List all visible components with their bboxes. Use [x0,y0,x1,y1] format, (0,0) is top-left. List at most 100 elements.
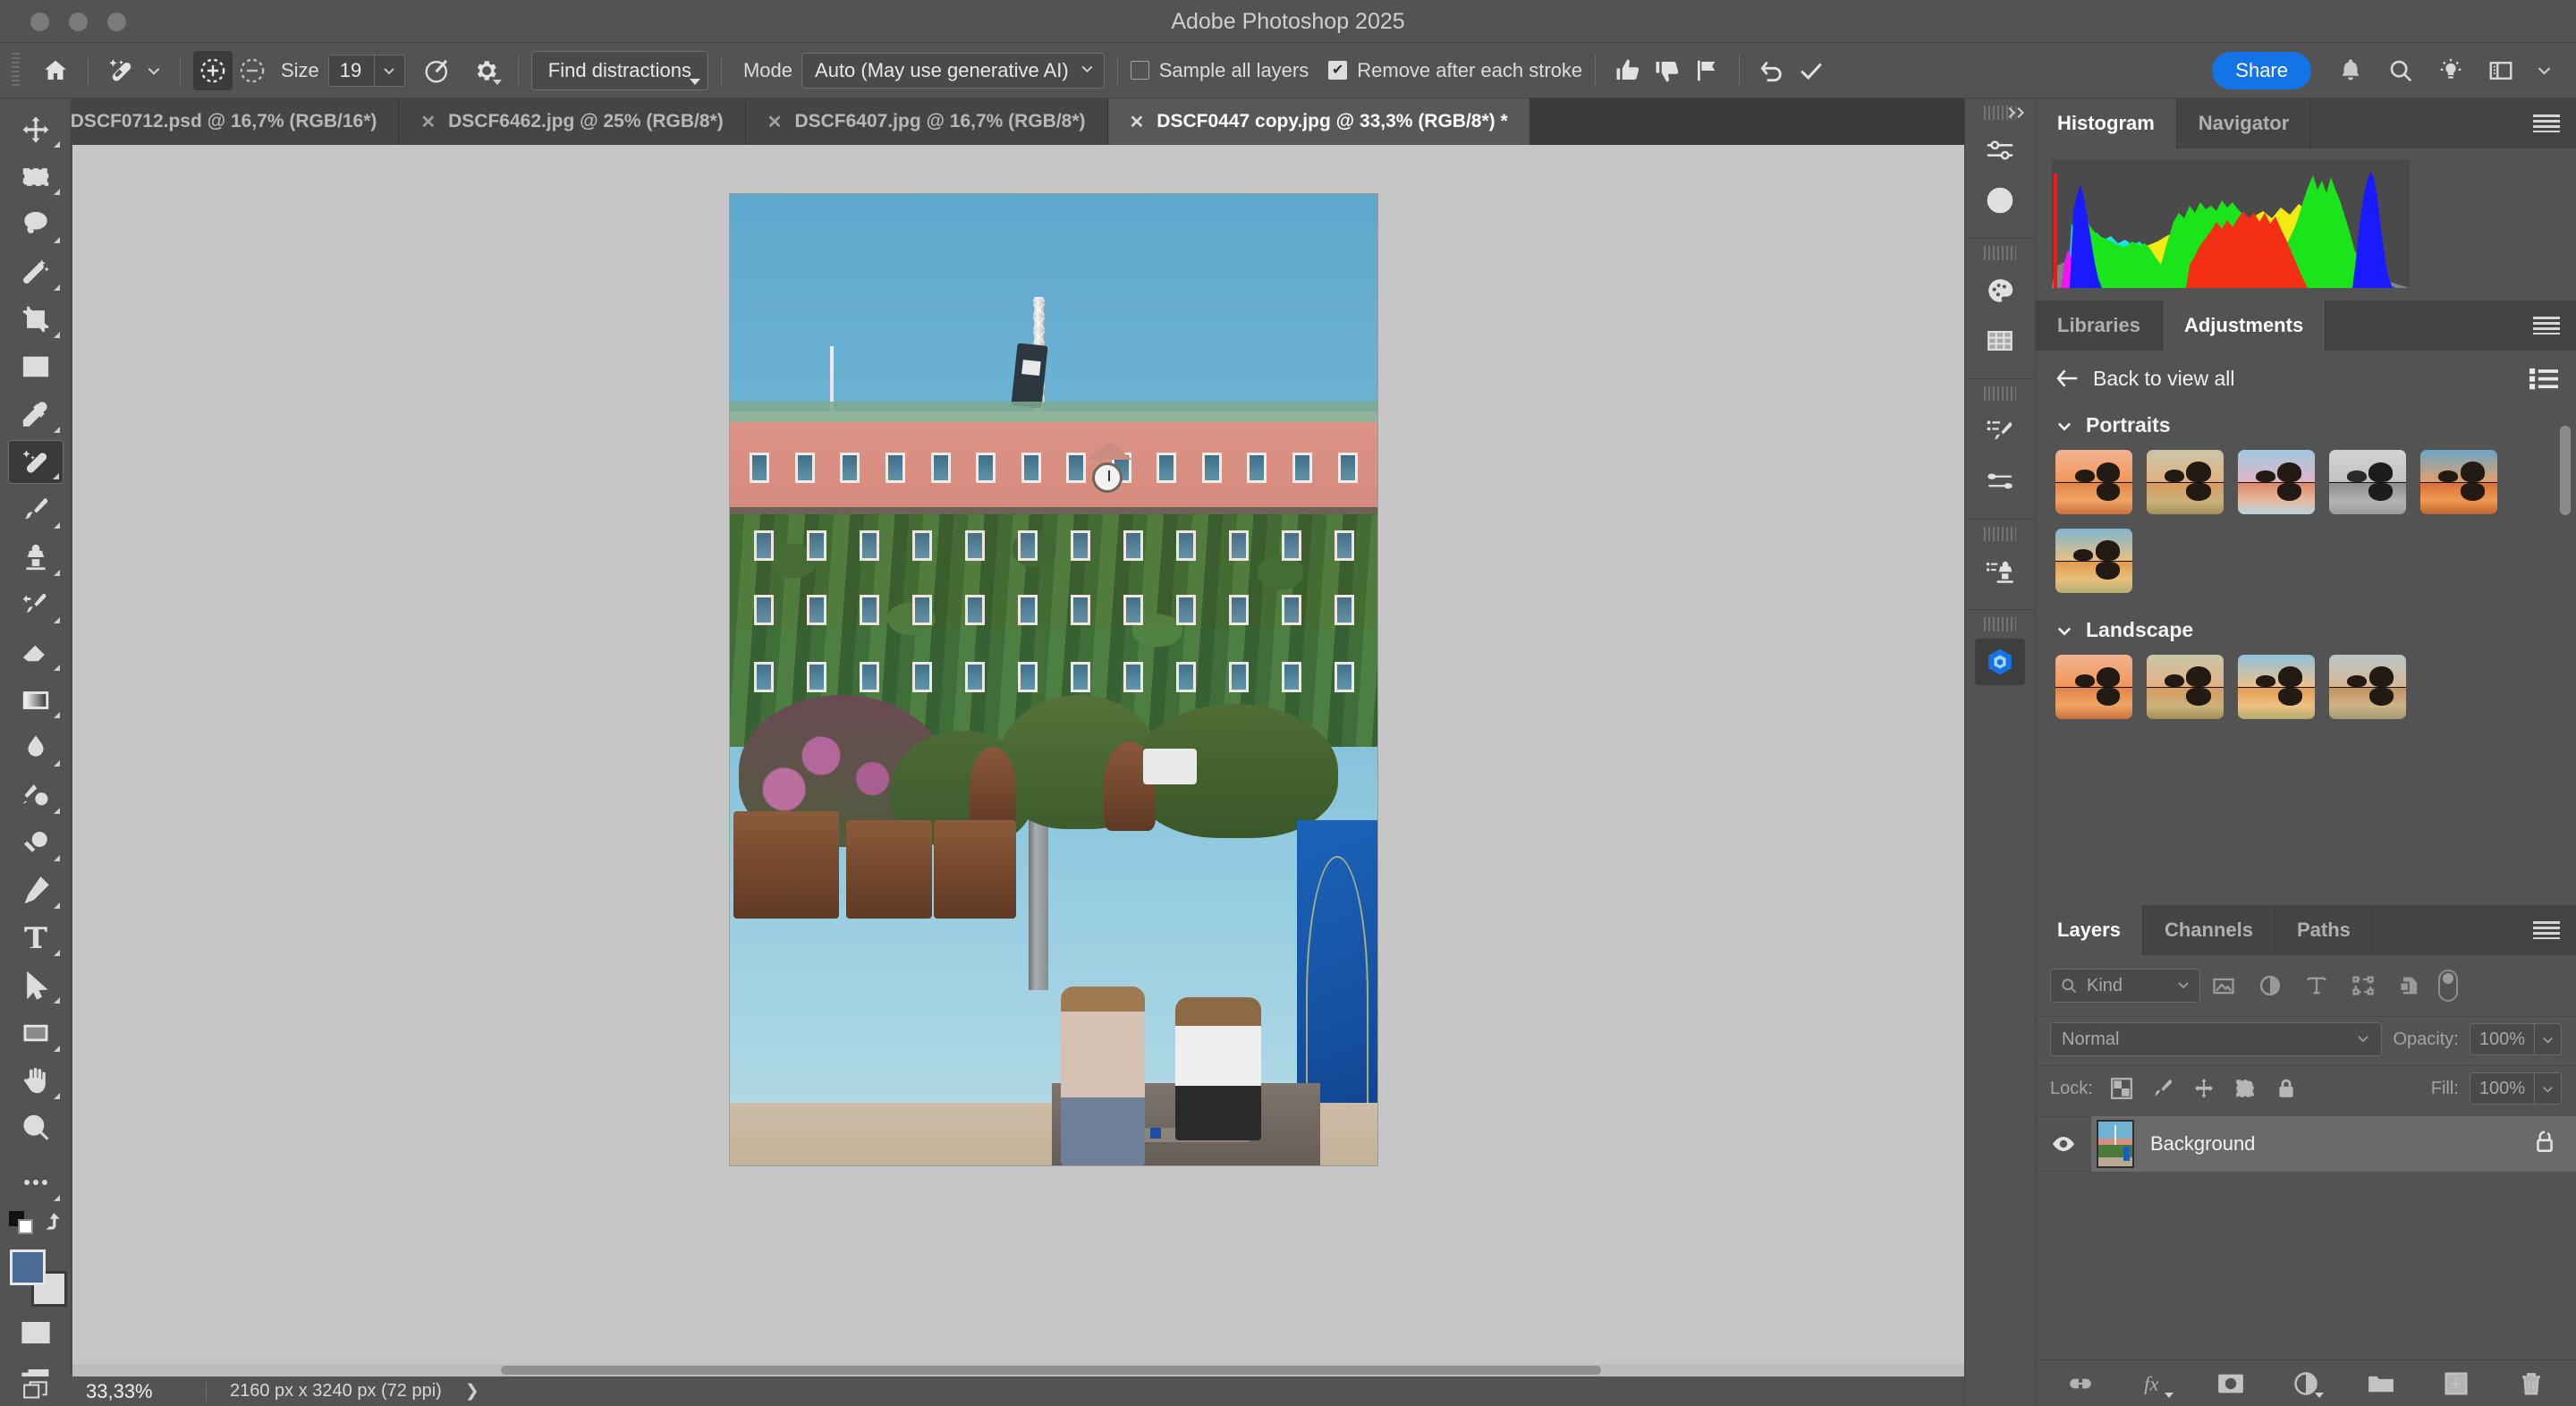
spot-healing-brush-tool[interactable] [7,440,64,485]
type-tool[interactable] [8,916,64,960]
tab-layers[interactable]: Layers [2036,905,2143,955]
info-icon[interactable] [1975,177,2025,224]
table-row[interactable]: Background [2036,1116,2576,1172]
layer-row-background[interactable]: Background [2091,1116,2576,1172]
gradient-tool[interactable] [8,678,64,722]
opacity-input[interactable]: 100% [2469,1023,2562,1055]
brush-tool[interactable] [8,487,64,531]
new-layer-icon[interactable] [2438,1366,2474,1402]
document-tab-1[interactable]: ✕ DSCF6462.jpg @ 25% (RGB/8*) [399,98,746,145]
rail-grip[interactable] [1984,386,2016,401]
adjustments-section-landscape[interactable]: Landscape [2036,606,2576,648]
clone-stamp-tool[interactable] [8,536,64,580]
blend-mode-select[interactable]: Normal [2050,1022,2383,1056]
pen-tool[interactable] [8,868,64,912]
chevron-right-icon[interactable]: ❯ [465,1381,479,1402]
workspace-chevron-down-icon[interactable] [2524,51,2563,90]
link-layers-icon[interactable] [2063,1366,2098,1402]
landscape-preset-3[interactable] [2238,655,2315,719]
document-tab-0[interactable]: ✕ DSCF0712.psd @ 16,7% (RGB/16*) [21,98,400,145]
filter-type-icon[interactable] [2293,968,2340,1004]
size-chevron-down-icon[interactable] [373,55,404,86]
rail-grip[interactable] [1984,527,2016,541]
lock-position-icon[interactable] [2186,1071,2222,1105]
portrait-preset-3[interactable] [2238,450,2315,514]
lock-all-icon[interactable] [2268,1071,2304,1105]
tab-adjustments[interactable]: Adjustments [2162,301,2326,351]
screen-mode-icon[interactable] [16,1378,55,1403]
brush-presets-icon[interactable] [1975,408,2025,454]
undo-icon[interactable] [1752,51,1792,90]
adobe-firefly-icon[interactable] [1975,639,2025,685]
tool-preset-chevron-down-icon[interactable] [140,51,167,90]
rail-grip[interactable] [1984,246,2016,260]
chevron-down-icon[interactable] [2534,1073,2561,1104]
notifications-bell-icon[interactable] [2331,51,2370,90]
checkbox-box[interactable] [1130,61,1149,80]
document-tab-2[interactable]: ✕ DSCF6407.jpg @ 16,7% (RGB/8*) [745,98,1108,145]
tab-channels[interactable]: Channels [2142,905,2275,955]
portrait-preset-5[interactable] [2420,450,2497,514]
layer-name[interactable]: Background [2150,1132,2255,1156]
new-adjustment-layer-icon[interactable] [2288,1366,2324,1402]
mode-select[interactable]: Auto (May use generative AI) [801,52,1105,89]
dodge-tool[interactable] [8,774,64,817]
foreground-color-swatch[interactable] [9,1249,46,1285]
quick-mask-icon[interactable] [8,1311,64,1355]
blur-tool[interactable] [8,725,64,769]
eye-icon[interactable] [2036,1135,2091,1153]
options-bar-grip[interactable] [5,52,25,89]
lightbulb-icon[interactable] [2431,51,2470,90]
hand-tool[interactable] [8,1059,64,1103]
frame-tool[interactable] [8,345,64,389]
history-brush-tool[interactable] [8,583,64,627]
adjustments-scroll-thumb[interactable] [2560,426,2571,515]
checkbox-box[interactable] [1328,61,1348,80]
delete-layer-icon[interactable] [2513,1366,2549,1402]
list-view-icon[interactable] [2529,367,2558,390]
eraser-tool[interactable] [8,631,64,674]
find-distractions-button[interactable]: Find distractions [530,50,708,90]
landscape-preset-2[interactable] [2147,655,2224,719]
dodge-sponge-tool[interactable] [8,821,64,865]
adjustments-section-portraits[interactable]: Portraits [2036,401,2576,443]
document-tab-3[interactable]: ✕ DSCF0447 copy.jpg @ 33,3% (RGB/8*) * [1107,98,1530,145]
panel-menu-icon[interactable] [2533,317,2560,335]
portrait-preset-2[interactable] [2147,450,2224,514]
panel-menu-icon[interactable] [2533,921,2560,939]
panel-menu-icon[interactable] [2533,114,2560,132]
close-icon[interactable]: ✕ [420,111,436,133]
checkmark-icon[interactable] [1792,51,1831,90]
new-group-icon[interactable] [2363,1366,2399,1402]
add-to-selection-icon[interactable] [193,50,233,90]
thumbs-up-icon[interactable] [1608,51,1648,90]
home-icon[interactable] [36,51,75,90]
brush-settings-sliders-icon[interactable] [1975,458,2025,504]
collapse-panels-chevrons[interactable] [2005,106,2029,124]
color-swatches[interactable] [8,1248,67,1307]
size-value[interactable]: 19 [329,59,374,82]
tab-navigator[interactable]: Navigator [2176,98,2312,148]
add-layer-mask-icon[interactable] [2213,1366,2249,1402]
portrait-preset-1[interactable] [2055,450,2132,514]
portrait-preset-4[interactable] [2329,450,2406,514]
rectangle-tool[interactable] [8,1011,64,1054]
fill-input[interactable]: 100% [2469,1072,2562,1105]
fill-value[interactable]: 100% [2470,1079,2534,1099]
lasso-tool[interactable] [8,202,64,246]
sample-all-layers-checkbox[interactable]: Sample all layers [1130,59,1309,82]
close-icon[interactable]: ✕ [1130,111,1145,133]
chevron-down-icon[interactable] [2534,1024,2561,1054]
lock-transparent-pixels-icon[interactable] [2104,1071,2140,1105]
portrait-preset-6[interactable] [2055,529,2132,593]
filter-smart-object-icon[interactable] [2386,968,2433,1004]
swatches-grid-icon[interactable] [1975,318,2025,364]
layer-filter-kind-select[interactable]: Kind [2050,969,2200,1003]
spot-healing-brush-icon[interactable] [101,51,140,90]
adjustments-sliders-icon[interactable] [1975,127,2025,174]
lock-artboard-nesting-icon[interactable] [2227,1071,2263,1105]
gear-icon[interactable] [466,51,505,90]
landscape-preset-4[interactable] [2329,655,2406,719]
rail-grip[interactable] [1984,617,2016,631]
rectangular-marquee-tool[interactable] [8,155,64,199]
